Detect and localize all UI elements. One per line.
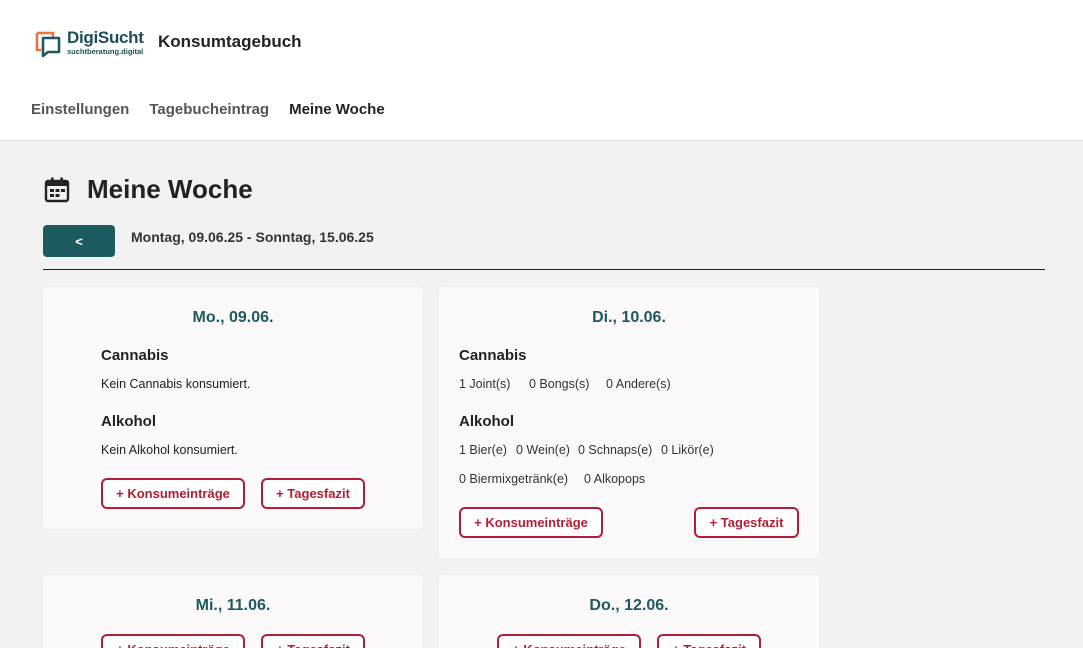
digisucht-logo[interactable]: DigiSucht suchtberatung.digital xyxy=(34,28,144,60)
main-nav: Einstellungen Tagebucheintrag Meine Woch… xyxy=(31,101,385,118)
alkohol-schnapps: 0 Schnaps(e) xyxy=(578,443,653,457)
day-card-monday: Mo., 09.06. Cannabis Kein Cannabis konsu… xyxy=(43,287,423,529)
nav-einstellungen[interactable]: Einstellungen xyxy=(31,101,129,118)
day-card-tuesday: Di., 10.06. Cannabis 1 Joint(s) 0 Bongs(… xyxy=(439,287,819,558)
page-title: Meine Woche xyxy=(87,174,253,204)
alkohol-wine: 0 Wein(e) xyxy=(516,443,570,457)
alkohol-liqueur: 0 Likör(e) xyxy=(661,443,714,457)
previous-week-button[interactable]: < xyxy=(43,225,115,257)
cannabis-joints: 1 Joint(s) xyxy=(459,377,511,391)
cannabis-other: 0 Andere(s) xyxy=(606,377,671,391)
nav-tagebucheintrag[interactable]: Tagebucheintrag xyxy=(149,101,269,118)
alkohol-beer-mix: 0 Biermixgetränk(e) xyxy=(459,472,569,486)
add-consumption-entries-button[interactable]: + Konsumeinträge xyxy=(497,634,641,648)
day-date: Mo., 09.06. xyxy=(192,309,274,326)
cannabis-status: Kein Cannabis konsumiert. xyxy=(101,377,251,391)
add-day-summary-button[interactable]: + Tagesfazit xyxy=(657,634,761,648)
main-content: Meine Woche < Montag, 09.06.25 - Sonntag… xyxy=(0,141,1083,648)
week-range: Montag, 09.06.25 - Sonntag, 15.06.25 xyxy=(131,229,374,245)
app-title: Konsumtagebuch xyxy=(158,32,302,51)
day-card-wednesday: Mi., 11.06. + Konsumeinträge + Tagesfazi… xyxy=(43,575,423,648)
speech-bubble-logo-icon xyxy=(35,31,61,58)
day-date: Di., 10.06. xyxy=(592,309,666,326)
calendar-icon xyxy=(44,177,70,202)
alkohol-alcopops: 0 Alkopops xyxy=(584,472,646,486)
alkohol-beer: 1 Bier(e) xyxy=(459,443,507,457)
add-consumption-entries-button[interactable]: + Konsumeinträge xyxy=(101,634,245,648)
divider xyxy=(43,269,1045,270)
cannabis-heading: Cannabis xyxy=(459,347,527,364)
page-heading: Meine Woche xyxy=(43,174,253,205)
add-day-summary-button[interactable]: + Tagesfazit xyxy=(261,634,365,648)
cannabis-heading: Cannabis xyxy=(101,347,169,364)
day-card-thursday: Do., 12.06. + Konsumeinträge + Tagesfazi… xyxy=(439,575,819,648)
nav-meine-woche[interactable]: Meine Woche xyxy=(289,101,385,118)
add-consumption-entries-button[interactable]: + Konsumeinträge xyxy=(459,507,603,538)
alkohol-heading: Alkohol xyxy=(459,413,514,430)
logo-name: DigiSucht xyxy=(67,28,144,47)
cannabis-bongs: 0 Bongs(s) xyxy=(529,377,590,391)
app-header: DigiSucht suchtberatung.digital Konsumta… xyxy=(0,0,1083,141)
logo-subtitle: suchtberatung.digital xyxy=(67,47,144,56)
add-day-summary-button[interactable]: + Tagesfazit xyxy=(694,507,799,538)
add-day-summary-button[interactable]: + Tagesfazit xyxy=(261,478,365,509)
day-date: Mi., 11.06. xyxy=(195,597,271,614)
alkohol-heading: Alkohol xyxy=(101,413,156,430)
add-consumption-entries-button[interactable]: + Konsumeinträge xyxy=(101,478,245,509)
day-date: Do., 12.06. xyxy=(589,597,669,614)
alkohol-status: Kein Alkohol konsumiert. xyxy=(101,443,238,457)
